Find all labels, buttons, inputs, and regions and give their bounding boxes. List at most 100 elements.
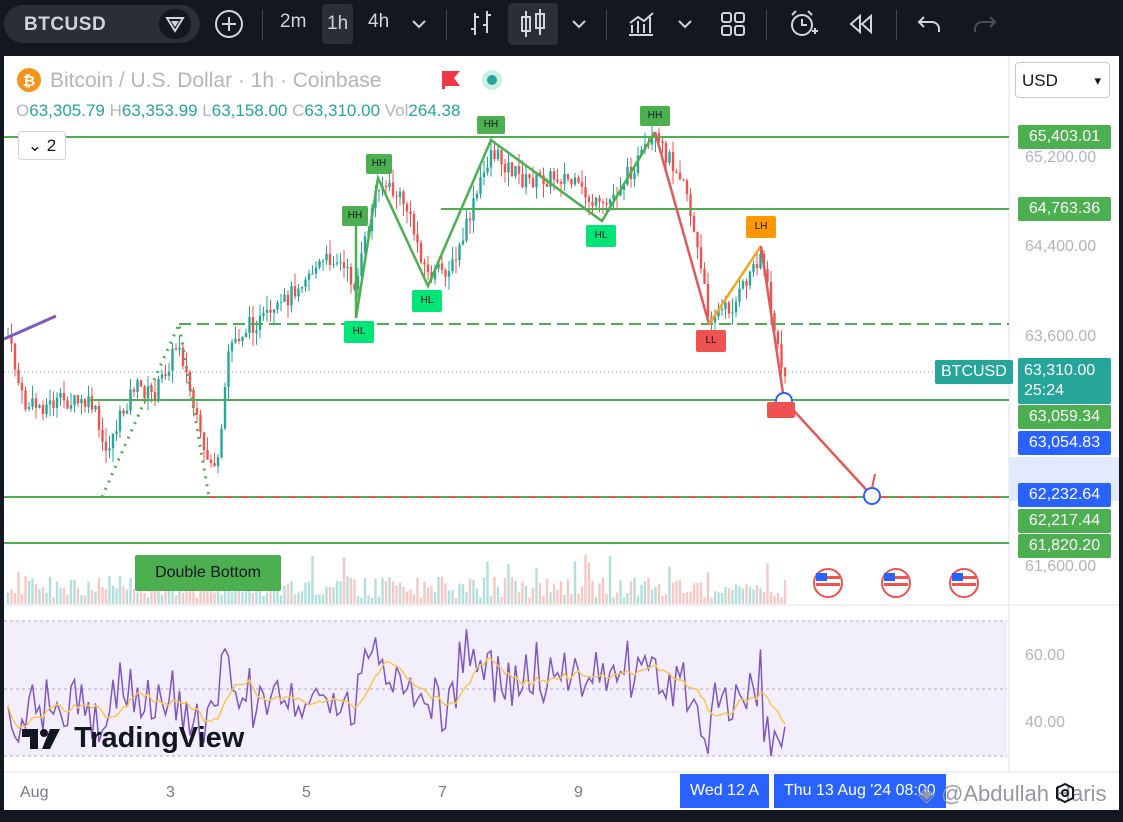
- projection-point-2[interactable]: [863, 487, 881, 505]
- undo-icon[interactable]: [912, 7, 946, 41]
- interval-2m[interactable]: 2m: [280, 11, 306, 33]
- candle-body: [545, 184, 549, 187]
- marker-hh[interactable]: HH: [366, 154, 392, 174]
- bar-chart-icon[interactable]: [464, 7, 498, 41]
- candle-body: [738, 288, 741, 302]
- volume-bar: [699, 582, 703, 604]
- price-label-64763[interactable]: 64,763.36: [1018, 197, 1111, 221]
- us-flag-icon[interactable]: [813, 568, 843, 598]
- marker-hh[interactable]: HH: [342, 206, 368, 226]
- volume-bar: [325, 586, 328, 604]
- volume-bar: [419, 597, 423, 604]
- currency-select[interactable]: USD ▾: [1015, 62, 1110, 98]
- candle-body: [122, 410, 125, 414]
- candle-body: [97, 405, 101, 430]
- indicators-collapse-button[interactable]: ⌄ 2: [18, 131, 66, 160]
- symbol-search[interactable]: BTCUSD: [4, 5, 200, 43]
- volume-bar: [514, 581, 517, 604]
- volume-bar: [503, 578, 507, 604]
- volume-bar: [195, 597, 199, 604]
- interval-4h[interactable]: 4h: [368, 11, 389, 33]
- replay-icon[interactable]: [844, 7, 878, 41]
- chart-type-dropdown-icon[interactable]: [562, 7, 596, 41]
- us-flag-icon[interactable]: [881, 568, 911, 598]
- volume-bar: [318, 594, 321, 604]
- flag-icon[interactable]: [442, 71, 460, 89]
- candle-body: [689, 194, 692, 217]
- svg-text:₿: ₿: [23, 73, 35, 90]
- projection-path[interactable]: [759, 245, 873, 497]
- volume-bar: [97, 578, 101, 604]
- volume-bar: [465, 592, 468, 604]
- ohlc-legend: O63,305.79 H63,353.99 L63,158.00 C63,310…: [16, 101, 460, 121]
- interval-1h[interactable]: 1h: [322, 4, 354, 44]
- volume-bar: [556, 589, 559, 604]
- marker-hh[interactable]: HH: [477, 116, 505, 134]
- add-compare-icon[interactable]: [212, 7, 246, 41]
- marker-lh[interactable]: LH: [746, 216, 776, 238]
- volume-bar: [731, 589, 734, 604]
- separator: [446, 10, 447, 40]
- marker-hl[interactable]: HL: [412, 290, 442, 312]
- candle-body: [143, 386, 146, 399]
- volume-bar: [489, 596, 493, 604]
- price-label-65403[interactable]: 65,403.01: [1018, 125, 1111, 149]
- candle-body: [227, 351, 230, 388]
- candle-body: [349, 267, 353, 285]
- candle-body: [447, 271, 451, 277]
- price-label-63054[interactable]: 63,054.83: [1018, 431, 1111, 455]
- settings-icon[interactable]: [1054, 782, 1076, 809]
- chart-canvas[interactable]: ₿: [4, 56, 1119, 810]
- volume-bar: [125, 589, 129, 604]
- double-bottom-pattern[interactable]: [100, 318, 211, 498]
- volume-bar: [745, 583, 748, 604]
- candle-body: [52, 400, 55, 409]
- candle-body: [66, 400, 69, 409]
- candle-body: [45, 404, 48, 415]
- candle-body: [160, 374, 164, 379]
- candle-body: [507, 162, 510, 173]
- candle-chart-icon[interactable]: [508, 3, 558, 45]
- volume-bar: [573, 561, 577, 604]
- search-icon[interactable]: [159, 9, 191, 39]
- volume-bar: [143, 593, 146, 604]
- volume-bar: [262, 596, 265, 604]
- volume-bar: [388, 577, 391, 604]
- volume-bar: [55, 581, 59, 604]
- volume-bar: [300, 591, 304, 604]
- price-label-63059[interactable]: 63,059.34: [1018, 405, 1111, 429]
- volume-bar: [437, 576, 440, 604]
- volume-bar: [307, 581, 311, 604]
- marker-hl[interactable]: HL: [344, 321, 374, 343]
- indicators-icon[interactable]: [624, 7, 658, 41]
- chart-title[interactable]: Bitcoin / U.S. Dollar · 1h · Coinbase: [50, 69, 381, 93]
- indicators-dropdown-icon[interactable]: [668, 7, 702, 41]
- candle-body: [776, 331, 780, 345]
- double-bottom-label[interactable]: Double Bottom: [135, 555, 281, 591]
- structure-down-leg[interactable]: [653, 131, 711, 325]
- volume-bar: [559, 581, 563, 604]
- marker-hh[interactable]: HH: [640, 106, 670, 126]
- candle-body: [727, 302, 731, 314]
- candle-body: [486, 167, 489, 173]
- candle-body: [132, 389, 136, 392]
- alert-icon[interactable]: [786, 7, 820, 41]
- top-toolbar: BTCUSD 2m 1h 4h: [0, 0, 1123, 50]
- candle-body: [290, 286, 293, 306]
- marker-ll[interactable]: LL: [696, 330, 726, 352]
- volume-bar: [535, 567, 538, 604]
- us-flag-icon[interactable]: [949, 568, 979, 598]
- marker-hl[interactable]: HL: [586, 225, 616, 247]
- volume-bar: [104, 588, 108, 604]
- candle-body: [241, 337, 244, 342]
- candle-body: [384, 185, 388, 188]
- volume-bar: [755, 585, 759, 604]
- chart-pane[interactable]: ₿ HH HH HH HH HL HL HL LH LL Double Bott…: [4, 56, 1119, 810]
- volume-bar: [27, 580, 31, 604]
- price-label-62217[interactable]: 62,217.44: [1018, 509, 1111, 533]
- interval-dropdown-icon[interactable]: [402, 7, 436, 41]
- layout-icon[interactable]: [716, 7, 750, 41]
- price-label-62232[interactable]: 62,232.64: [1018, 483, 1111, 507]
- volume-bar: [734, 584, 738, 604]
- price-label-61820[interactable]: 61,820.20: [1018, 534, 1111, 558]
